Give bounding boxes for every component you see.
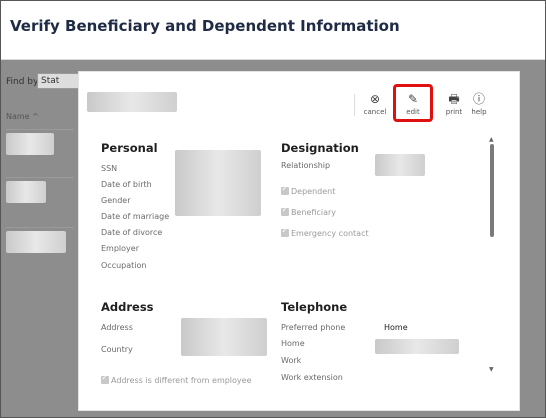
relationship-label: Relationship	[281, 161, 331, 170]
relationship-value-redacted	[375, 154, 425, 176]
page-header: Verify Beneficiary and Dependent Informa…	[1, 1, 545, 60]
find-by-label: Find by	[6, 77, 39, 87]
employer-label: Employer	[101, 244, 139, 253]
scroll-up-icon[interactable]: ▲	[489, 136, 494, 143]
address-different-checkbox[interactable]: Address is different from employee	[101, 373, 252, 385]
dependent-checkbox[interactable]: Dependent	[281, 184, 336, 196]
marriage-date-label: Date of marriage	[101, 212, 170, 221]
cancel-label: cancel	[363, 108, 387, 116]
scrollbar-thumb[interactable]	[490, 144, 494, 237]
pencil-icon: ✎	[407, 92, 419, 106]
address-values-redacted	[181, 318, 267, 356]
table-row[interactable]	[6, 129, 74, 158]
table-row[interactable]	[6, 227, 74, 256]
cancel-button[interactable]: ⊗ cancel	[360, 90, 390, 116]
personal-heading: Personal	[101, 141, 158, 155]
edit-label: edit	[406, 108, 420, 116]
preferred-phone-label: Preferred phone	[281, 323, 346, 332]
address-different-label: Address is different from employee	[111, 376, 252, 385]
beneficiary-checkbox[interactable]: Beneficiary	[281, 205, 336, 217]
emergency-contact-checkbox-label: Emergency contact	[291, 229, 369, 238]
address-heading: Address	[101, 300, 154, 314]
help-button[interactable]: ⓘ help	[464, 90, 494, 116]
beneficiary-detail-modal: ⊗ cancel ✎ edit 🖶 print ⓘ help Personal …	[78, 71, 520, 411]
occupation-label: Occupation	[101, 261, 147, 270]
beneficiary-checkbox-label: Beneficiary	[291, 208, 336, 217]
preferred-phone-value: Home	[384, 323, 408, 332]
divorce-date-label: Date of divorce	[101, 228, 163, 237]
person-name-redacted	[87, 92, 177, 112]
cancel-icon: ⊗	[369, 92, 381, 106]
dependent-checkbox-label: Dependent	[291, 187, 336, 196]
emergency-contact-checkbox[interactable]: Emergency contact	[281, 226, 369, 238]
name-column-header[interactable]: Name ^	[6, 112, 39, 121]
modal-scrollbar[interactable]: ▲ ▼	[489, 136, 495, 376]
toolbar-divider	[354, 94, 355, 116]
home-phone-value-redacted	[375, 339, 459, 354]
dob-label: Date of birth	[101, 180, 152, 189]
ssn-label: SSN	[101, 164, 118, 173]
table-row[interactable]	[6, 177, 74, 206]
country-label: Country	[101, 345, 133, 354]
edit-button[interactable]: ✎ edit	[398, 90, 428, 116]
find-by-select[interactable]: Stat	[37, 73, 81, 89]
telephone-heading: Telephone	[281, 300, 348, 314]
page-title: Verify Beneficiary and Dependent Informa…	[10, 17, 400, 35]
app-window: Verify Beneficiary and Dependent Informa…	[0, 0, 546, 418]
scroll-down-icon[interactable]: ▼	[489, 366, 494, 373]
home-phone-label: Home	[281, 339, 305, 348]
help-icon: ⓘ	[472, 92, 485, 106]
work-phone-label: Work	[281, 356, 302, 365]
help-label: help	[471, 108, 487, 116]
work-extension-label: Work extension	[281, 373, 343, 382]
personal-values-redacted	[175, 150, 261, 216]
gender-label: Gender	[101, 196, 131, 205]
designation-heading: Designation	[281, 141, 359, 155]
address-label: Address	[101, 323, 133, 332]
